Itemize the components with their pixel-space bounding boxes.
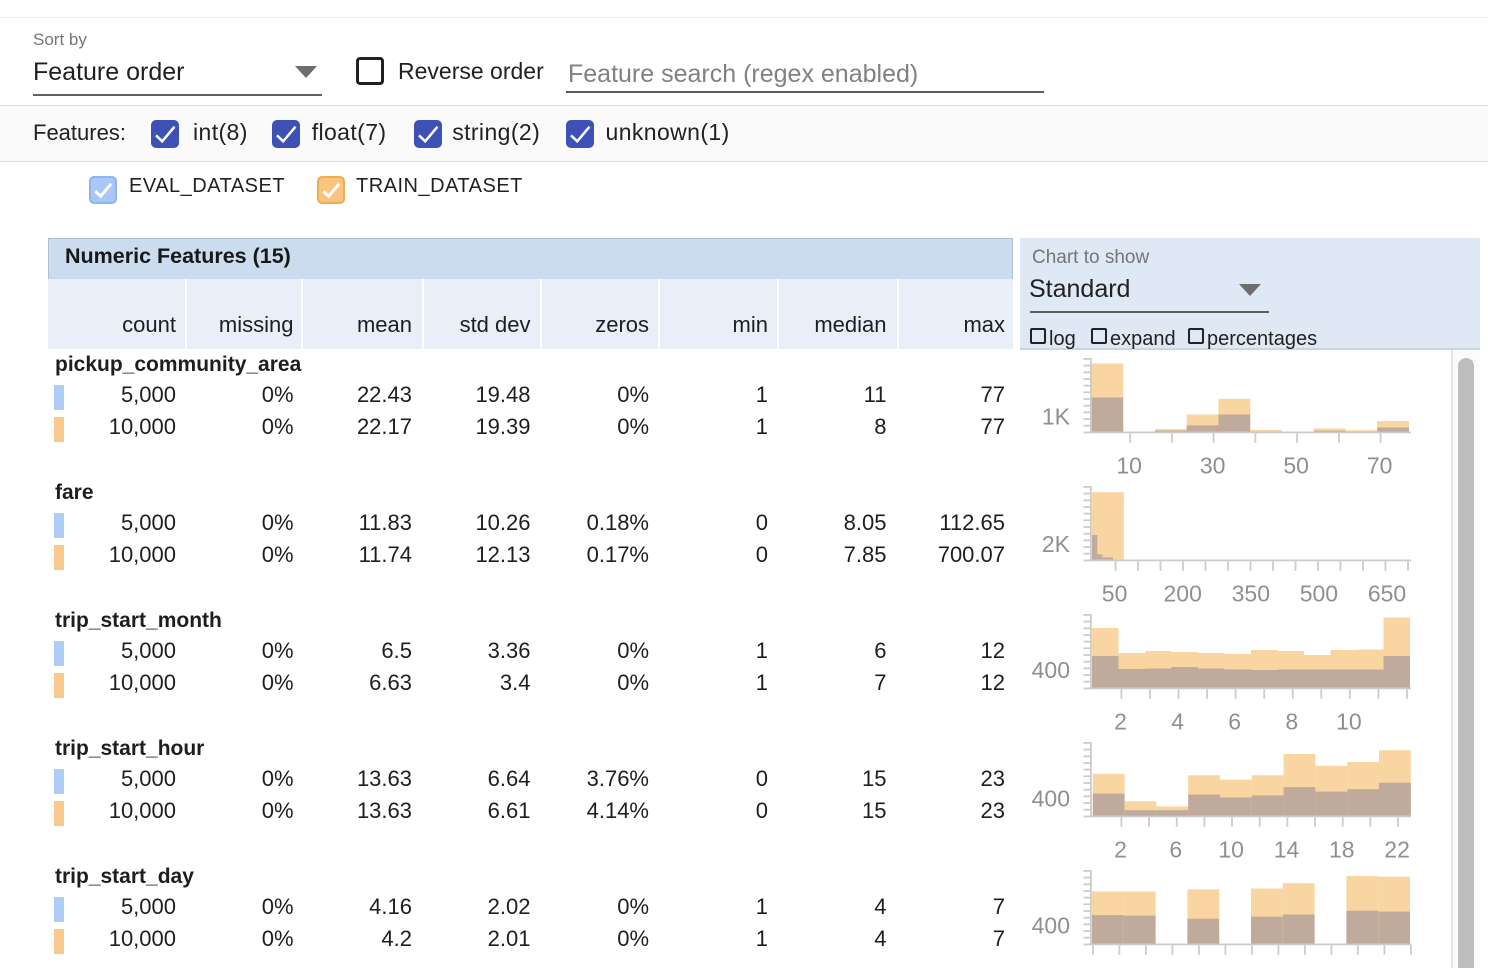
svg-text:350: 350	[1232, 581, 1270, 607]
svg-text:6: 6	[1228, 709, 1241, 735]
svg-text:50: 50	[1283, 453, 1309, 479]
svg-text:70: 70	[1367, 453, 1393, 479]
svg-text:2: 2	[1114, 837, 1127, 863]
svg-text:650: 650	[1368, 581, 1406, 607]
svg-text:2K: 2K	[1042, 531, 1071, 557]
svg-text:400: 400	[1032, 913, 1070, 939]
svg-text:10: 10	[1116, 453, 1142, 479]
svg-text:10: 10	[1218, 837, 1244, 863]
svg-text:2: 2	[1114, 709, 1127, 735]
svg-text:500: 500	[1300, 581, 1338, 607]
svg-text:1K: 1K	[1042, 403, 1071, 429]
svg-text:18: 18	[1329, 837, 1355, 863]
svg-text:8: 8	[1285, 709, 1298, 735]
svg-text:14: 14	[1274, 837, 1300, 863]
svg-text:30: 30	[1200, 453, 1226, 479]
svg-text:50: 50	[1102, 581, 1128, 607]
svg-text:200: 200	[1164, 581, 1202, 607]
svg-text:400: 400	[1032, 785, 1070, 811]
svg-text:6: 6	[1169, 837, 1182, 863]
svg-text:4: 4	[1171, 709, 1184, 735]
svg-text:10: 10	[1336, 709, 1362, 735]
svg-text:400: 400	[1032, 657, 1070, 683]
svg-text:22: 22	[1384, 837, 1410, 863]
